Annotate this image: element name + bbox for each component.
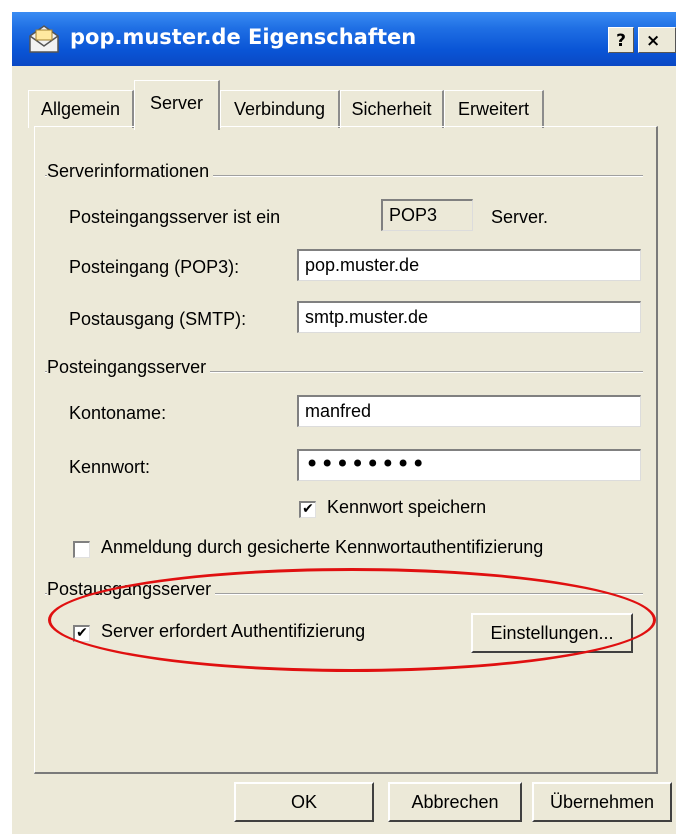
account-name-label: Kontoname: — [69, 403, 167, 423]
cancel-button[interactable]: Abbrechen — [388, 782, 522, 822]
spa-checkbox[interactable] — [73, 541, 90, 558]
tab-server[interactable]: Server — [134, 80, 220, 130]
spa-label: Anmeldung durch gesicherte Kennwortauthe… — [101, 537, 544, 557]
password-label: Kennwort: — [69, 457, 151, 477]
mail-account-icon — [29, 25, 59, 53]
smtp-auth-label: Server erfordert Authentifizierung — [101, 621, 366, 641]
incoming-type-suffix: Server. — [491, 207, 549, 227]
smtp-label: Postausgang (SMTP): — [69, 309, 247, 329]
ok-button[interactable]: OK — [234, 782, 374, 822]
tab-sicherheit[interactable]: Sicherheit — [340, 90, 444, 128]
tab-erweitert[interactable]: Erweitert — [444, 90, 544, 128]
tab-allgemein[interactable]: Allgemein — [28, 90, 134, 128]
incoming-type-label: Posteingangsserver ist ein — [69, 207, 281, 227]
smtp-server-input[interactable]: smtp.muster.de — [297, 301, 641, 333]
password-input[interactable]: •••••••• — [297, 449, 641, 481]
account-name-input[interactable]: manfred — [297, 395, 641, 427]
tab-strip: Allgemein Server Verbindung Sicherheit E… — [12, 80, 676, 130]
smtp-auth-checkbox[interactable]: ✔ — [73, 625, 90, 642]
incoming-server-group-title: Posteingangsserver — [47, 357, 211, 378]
outgoing-server-group-title: Postausgangsserver — [47, 579, 216, 600]
save-password-label: Kennwort speichern — [327, 497, 487, 517]
tab-verbindung[interactable]: Verbindung — [220, 90, 340, 128]
pop3-label: Posteingang (POP3): — [69, 257, 240, 277]
incoming-type-field: POP3 — [381, 199, 473, 231]
help-button[interactable]: ? — [608, 27, 634, 53]
server-tab-panel: Serverinformationen Posteingangsserver i… — [34, 126, 658, 774]
properties-dialog: pop.muster.de Eigenschaften ? × Allgemei… — [12, 12, 676, 834]
settings-button[interactable]: Einstellungen... — [471, 613, 633, 653]
close-button[interactable]: × — [638, 27, 676, 53]
pop3-server-input[interactable]: pop.muster.de — [297, 249, 641, 281]
save-password-checkbox[interactable]: ✔ — [299, 501, 316, 518]
title-bar[interactable]: pop.muster.de Eigenschaften ? × — [12, 12, 676, 66]
window-title: pop.muster.de Eigenschaften — [70, 25, 417, 49]
apply-button[interactable]: Übernehmen — [532, 782, 672, 822]
server-info-group-title: Serverinformationen — [47, 161, 214, 182]
